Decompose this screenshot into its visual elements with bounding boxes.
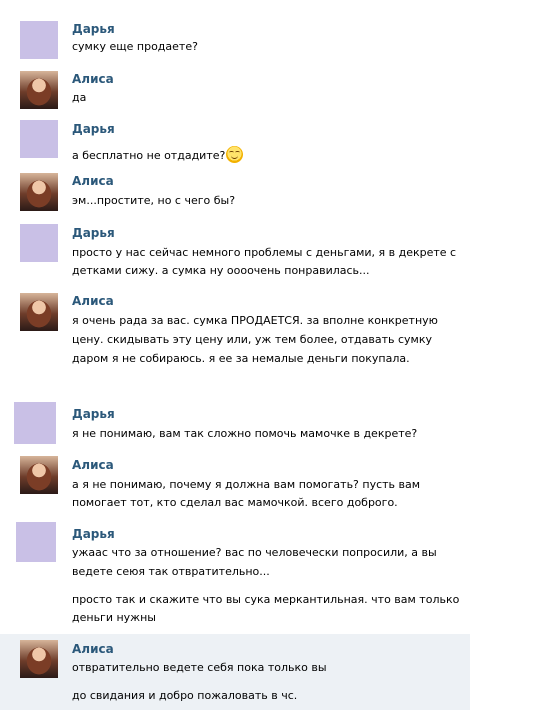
message-text: даром я не собираюсь. я ее за немалые де… xyxy=(72,352,410,365)
message-7: Дарья я не понимаю, вам так сложно помоч… xyxy=(0,400,470,452)
message-text: ведете сеюя так отвратительно... xyxy=(72,565,270,578)
avatar-alisa[interactable] xyxy=(20,173,58,211)
message-3: Дарья а бесплатно не отдадите? xyxy=(0,120,470,170)
message-8: Алиса а я не понимаю, почему я должна ва… xyxy=(0,452,470,518)
avatar-alisa[interactable] xyxy=(20,640,58,678)
avatar-daria[interactable] xyxy=(20,224,58,262)
message-2: Алиса да xyxy=(0,70,470,120)
author-name[interactable]: Дарья xyxy=(72,527,115,541)
message-text: деньги нужны xyxy=(72,611,156,624)
message-10: Алиса отвратительно ведете себя пока тол… xyxy=(0,634,470,710)
author-name[interactable]: Алиса xyxy=(72,458,114,472)
message-text: эм...простите, но с чего бы? xyxy=(72,194,236,207)
avatar-daria[interactable] xyxy=(20,120,58,158)
avatar-daria[interactable] xyxy=(16,522,56,562)
message-text: детками сижу. а сумка ну оооочень понрав… xyxy=(72,264,370,277)
author-name[interactable]: Дарья xyxy=(72,122,115,136)
message-text: ужаас что за отношение? вас по человечес… xyxy=(72,546,437,559)
avatar-daria[interactable] xyxy=(14,402,56,444)
message-text: да xyxy=(72,91,87,104)
author-name[interactable]: Дарья xyxy=(72,22,115,36)
message-text: просто так и скажите что вы сука меркант… xyxy=(72,593,460,606)
message-text: а я не понимаю, почему я должна вам помо… xyxy=(72,478,421,491)
smile-icon xyxy=(226,146,244,163)
message-text: до свидания и добро пожаловать в чс. xyxy=(72,689,298,702)
avatar-alisa[interactable] xyxy=(20,456,58,494)
message-text: отвратительно ведете себя пока только вы xyxy=(72,661,327,674)
author-name[interactable]: Дарья xyxy=(72,407,115,421)
message-text: сумку еще продаете? xyxy=(72,40,198,53)
message-text: я очень рада за вас. сумка ПРОДАЕТСЯ. за… xyxy=(72,314,438,327)
message-4: Алиса эм...простите, но с чего бы? xyxy=(0,170,470,220)
author-name[interactable]: Алиса xyxy=(72,72,114,86)
message-text: помогает тот, кто сделал вас мамочкой. в… xyxy=(72,496,398,509)
message-5: Дарья просто у нас сейчас немного пробле… xyxy=(0,222,470,290)
message-text: просто у нас сейчас немного проблемы с д… xyxy=(72,246,457,259)
avatar-alisa[interactable] xyxy=(20,71,58,109)
author-name[interactable]: Алиса xyxy=(72,642,114,656)
message-text-content: а бесплатно не отдадите? xyxy=(72,149,226,162)
message-text: а бесплатно не отдадите? xyxy=(72,142,244,163)
message-text: я не понимаю, вам так сложно помочь мамо… xyxy=(72,427,418,440)
avatar-alisa[interactable] xyxy=(20,293,58,331)
message-text: цену. скидывать эту цену или, уж тем бол… xyxy=(72,333,432,346)
message-1: Дарья сумку еще продаете? xyxy=(0,0,470,70)
author-name[interactable]: Алиса xyxy=(72,294,114,308)
author-name[interactable]: Алиса xyxy=(72,174,114,188)
avatar-daria[interactable] xyxy=(20,21,58,59)
message-6: Алиса я очень рада за вас. сумка ПРОДАЕТ… xyxy=(0,290,470,394)
author-name[interactable]: Дарья xyxy=(72,226,115,240)
message-9: Дарья ужаас что за отношение? вас по чел… xyxy=(0,520,470,632)
